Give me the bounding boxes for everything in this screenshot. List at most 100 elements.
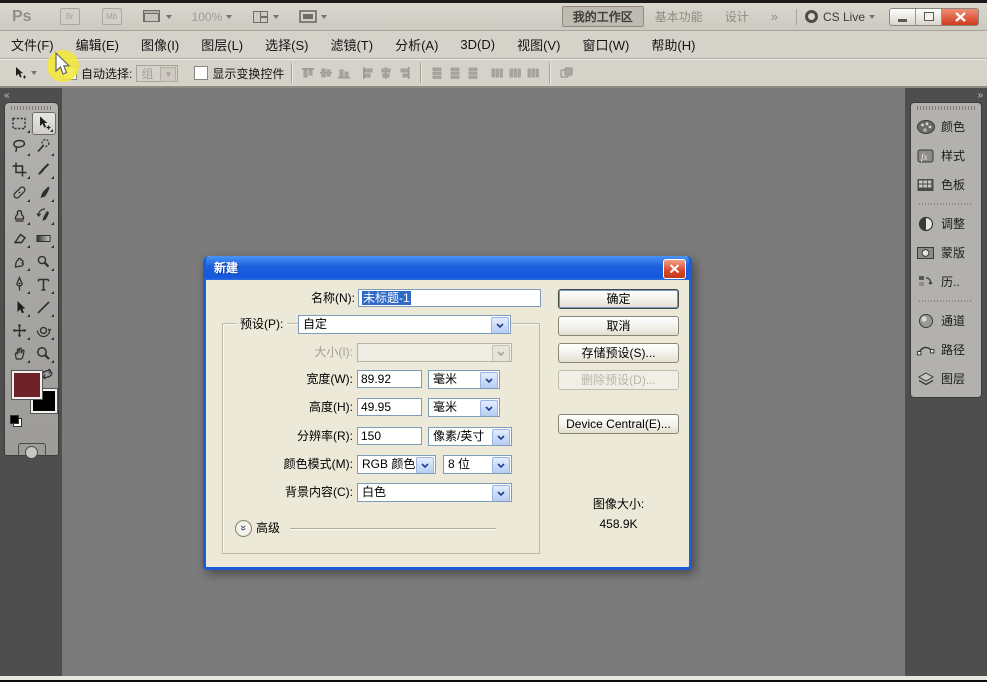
- advanced-expander-button[interactable]: »: [235, 520, 252, 537]
- workspace-tab-design[interactable]: 设计: [714, 8, 760, 25]
- ok-button[interactable]: 确定: [558, 289, 679, 309]
- crop-tool-icon[interactable]: [8, 158, 32, 181]
- move-tool-preset[interactable]: [12, 66, 37, 81]
- cancel-button[interactable]: 取消: [558, 316, 679, 336]
- color-mode-dropdown[interactable]: RGB 颜色: [357, 455, 436, 474]
- panel-button-masks[interactable]: 蒙版: [911, 238, 981, 267]
- name-input[interactable]: 未标题-1: [358, 289, 541, 307]
- main-area: «: [0, 88, 987, 676]
- move-tool-icon[interactable]: [32, 112, 56, 135]
- panel-button-paths[interactable]: 路径: [911, 335, 981, 364]
- size-label: 大小(I):: [206, 343, 353, 361]
- menu-analysis[interactable]: 分析(A): [384, 35, 449, 54]
- name-value: 未标题-1: [362, 291, 411, 305]
- healing-brush-tool-icon[interactable]: [8, 181, 32, 204]
- minimize-button[interactable]: [890, 9, 916, 25]
- mini-bridge-icon[interactable]: Mb: [102, 8, 122, 25]
- screen-mode-button[interactable]: [299, 10, 327, 23]
- menu-filter[interactable]: 滤镜(T): [319, 35, 384, 54]
- resolution-unit-value: 像素/英寸: [433, 429, 484, 443]
- menu-select[interactable]: 选择(S): [254, 35, 319, 54]
- panel-button-adjustments[interactable]: 调整: [911, 209, 981, 238]
- collapse-panels-icon[interactable]: »: [977, 90, 982, 101]
- panel-button-styles[interactable]: fx 样式: [911, 141, 981, 170]
- view-extras-button[interactable]: [142, 9, 172, 24]
- resolution-input[interactable]: 150: [357, 427, 422, 445]
- distribute-left-edges-icon: [490, 66, 504, 80]
- show-transform-checkbox[interactable]: [194, 66, 208, 80]
- menu-window[interactable]: 窗口(W): [571, 35, 640, 54]
- 3d-object-rotate-tool-icon[interactable]: [8, 319, 32, 342]
- history-brush-tool-icon[interactable]: [32, 204, 56, 227]
- gradient-tool-icon[interactable]: [32, 227, 56, 250]
- device-central-button[interactable]: Device Central(E)...: [558, 414, 679, 434]
- close-button[interactable]: [942, 9, 978, 25]
- menu-layer[interactable]: 图层(L): [190, 35, 254, 54]
- drag-handle[interactable]: [917, 106, 975, 110]
- chevron-down-icon: [226, 15, 232, 19]
- align-top-edges-icon: [301, 66, 315, 80]
- panel-button-color[interactable]: 颜色: [911, 112, 981, 141]
- auto-select-checkbox[interactable]: [63, 66, 77, 80]
- menu-edit[interactable]: 编辑(E): [65, 35, 130, 54]
- screen-mode-icon: [299, 10, 317, 23]
- pen-tool-icon[interactable]: [8, 273, 32, 296]
- brush-tool-icon[interactable]: [32, 181, 56, 204]
- options-bar: 自动选择: 组 ▼ 显示变换控件: [0, 59, 987, 88]
- panel-button-swatches[interactable]: 色板: [911, 170, 981, 199]
- width-unit-dropdown[interactable]: 毫米: [428, 370, 500, 389]
- menu-image[interactable]: 图像(I): [130, 35, 190, 54]
- view-extras-icon: [142, 9, 162, 24]
- background-contents-dropdown[interactable]: 白色: [357, 483, 512, 502]
- image-size-label: 图像大小:: [558, 495, 679, 512]
- line-shape-tool-icon[interactable]: [32, 296, 56, 319]
- save-preset-button[interactable]: 存储预设(S)...: [558, 343, 679, 363]
- width-input[interactable]: 89.92: [357, 370, 422, 388]
- preset-dropdown[interactable]: 自定: [298, 315, 511, 334]
- foreground-color-swatch[interactable]: [12, 371, 42, 399]
- resolution-unit-dropdown[interactable]: 像素/英寸: [428, 427, 512, 446]
- workspace-tab-essentials[interactable]: 基本功能: [644, 8, 714, 25]
- menu-3d[interactable]: 3D(D): [449, 37, 506, 52]
- 3d-rotate-camera-tool-icon[interactable]: [32, 319, 56, 342]
- height-unit-dropdown[interactable]: 毫米: [428, 398, 500, 417]
- dodge-tool-icon[interactable]: [32, 250, 56, 273]
- cs-live-button[interactable]: CS Live: [805, 10, 875, 24]
- eraser-tool-icon[interactable]: [8, 227, 32, 250]
- zoom-level-button[interactable]: 100%: [192, 10, 233, 24]
- menu-view[interactable]: 视图(V): [506, 35, 571, 54]
- panel-button-layers[interactable]: 图层: [911, 364, 981, 393]
- clone-stamp-tool-icon[interactable]: [8, 204, 32, 227]
- type-tool-icon[interactable]: [32, 273, 56, 296]
- menu-file[interactable]: 文件(F): [0, 35, 65, 54]
- height-input[interactable]: 49.95: [357, 398, 422, 416]
- path-selection-tool-icon[interactable]: [8, 296, 32, 319]
- default-colors-icon[interactable]: [10, 415, 22, 427]
- restore-icon: [924, 12, 934, 21]
- eyedropper-tool-icon[interactable]: [32, 158, 56, 181]
- bridge-icon[interactable]: Br: [60, 8, 80, 25]
- bit-depth-dropdown[interactable]: 8 位: [443, 455, 512, 474]
- lasso-tool-icon[interactable]: [8, 135, 32, 158]
- quick-mask-button[interactable]: [18, 443, 46, 462]
- restore-button[interactable]: [916, 9, 942, 25]
- panel-label: 图层: [941, 370, 965, 387]
- drag-handle[interactable]: [11, 106, 52, 110]
- color-mode-value: RGB 颜色: [362, 457, 415, 471]
- arrange-documents-button[interactable]: [252, 10, 279, 24]
- hand-tool-icon[interactable]: [8, 342, 32, 365]
- panel-label: 蒙版: [941, 244, 965, 261]
- workspace-tab-active[interactable]: 我的工作区: [562, 6, 644, 27]
- quick-selection-tool-icon[interactable]: [32, 135, 56, 158]
- collapse-toolbox-icon[interactable]: «: [4, 90, 9, 101]
- smudge-tool-icon[interactable]: [8, 250, 32, 273]
- rectangular-marquee-tool-icon[interactable]: [8, 112, 32, 135]
- workspace-overflow-chevron[interactable]: »: [760, 9, 788, 24]
- dialog-close-button[interactable]: [663, 259, 686, 279]
- zoom-tool-icon[interactable]: [32, 342, 56, 365]
- menu-help[interactable]: 帮助(H): [640, 35, 706, 54]
- panel-button-channels[interactable]: 通道: [911, 306, 981, 335]
- panel-button-history[interactable]: 历..: [911, 267, 981, 296]
- auto-select-label: 自动选择:: [81, 65, 132, 82]
- dialog-titlebar[interactable]: 新建: [206, 256, 689, 280]
